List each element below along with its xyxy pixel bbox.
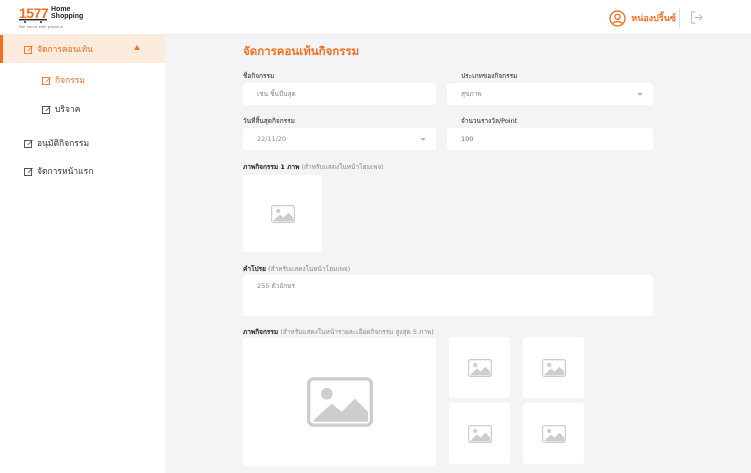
chevron-down-icon (420, 138, 426, 141)
gallery-image-upload-2[interactable] (523, 337, 584, 398)
activity-name-placeholder: เช่น ชิ้นบีนสุด (257, 90, 296, 98)
end-date-value: 22/11/20 (257, 135, 287, 143)
image-placeholder-icon (306, 377, 373, 427)
image-placeholder-icon (270, 204, 295, 223)
gallery-image-upload-1[interactable] (449, 337, 510, 398)
activity-name-label: ชื่อกิจกรรม (243, 72, 275, 80)
user-menu[interactable]: หน่องปริ้นซ์ (609, 8, 676, 28)
end-date-label: วันที่สิ้นสุดกิจกรรม (243, 117, 295, 125)
logo-tagline: We serve with passion (19, 24, 64, 29)
edit-icon (24, 45, 33, 54)
sidebar-item-label: จัดการคอนเท้น (37, 45, 93, 55)
cover-image-upload[interactable] (243, 175, 322, 252)
sidebar-item-approve-activity[interactable]: อนุมัติกิจกรรม (0, 129, 165, 157)
end-date-select[interactable]: 22/11/20 (243, 128, 436, 150)
activity-name-input[interactable]: เช่น ชิ้นบีนสุด (243, 83, 436, 105)
sidebar-item-donation[interactable]: บริจาค (0, 95, 165, 123)
header-divider (679, 8, 680, 28)
sidebar-item-label: จัดการหน้าแรก (37, 167, 94, 177)
activity-type-value: สุขภาพ (461, 90, 482, 98)
edit-icon (42, 76, 51, 85)
gallery-image-upload-4[interactable] (523, 403, 584, 464)
activity-type-label: ประเภทของกิจกรรม (461, 72, 518, 80)
top-header: 1577 Home Shopping We serve with passion… (0, 0, 751, 35)
cover-image-label-text: ภาพกิจกรรม 1 ภาพ (243, 163, 300, 171)
points-label: จำนวนรางวัล/Point (461, 117, 518, 125)
promo-textarea[interactable]: 255 ตัวอักษร (243, 275, 653, 316)
sidebar-item-label: กิจกรรม (55, 76, 86, 86)
logo-title: Home Shopping (51, 6, 91, 20)
logo-title-line2: Shopping (51, 13, 84, 20)
gallery-main-image-upload[interactable] (243, 338, 436, 466)
edit-icon (42, 105, 51, 114)
user-icon (609, 9, 626, 27)
user-name: หน่องปริ้นซ์ (631, 14, 676, 24)
points-input[interactable]: 100 (447, 128, 653, 150)
chevron-down-icon (637, 93, 643, 96)
logo[interactable]: 1577 Home Shopping We serve with passion (19, 5, 109, 30)
activity-type-select[interactable]: สุขภาพ (447, 83, 653, 105)
chevron-up-icon (134, 45, 140, 50)
image-placeholder-icon (541, 358, 566, 377)
promo-text-label: คำโปรย (สำหรับแสดงในหน้าโฮมเพจ) (243, 264, 350, 274)
edit-icon (24, 139, 33, 148)
logout-icon[interactable] (690, 11, 703, 24)
sidebar-item-label: บริจาค (55, 105, 81, 115)
sidebar-item-content-management[interactable]: จัดการคอนเท้น (0, 35, 165, 63)
sidebar: จัดการคอนเท้น กิจกรรม บริจาค อนุมัติกิจก… (0, 35, 165, 473)
cover-image-label: ภาพกิจกรรม 1 ภาพ (สำหรับแสดงในหน้าโฮมเพจ… (243, 162, 384, 172)
gallery-hint: (สำหรับแสดงในหน้ารายละเอียดกิจกรรม สูงสุ… (280, 328, 434, 336)
image-placeholder-icon (467, 424, 492, 443)
image-placeholder-icon (541, 424, 566, 443)
logo-title-line1: Home (51, 6, 71, 13)
main-content: จัดการคอนเท้นกิจกรรม ชื่อกิจกรรม เช่น ชิ… (165, 35, 751, 473)
gallery-label: ภาพกิจกรรม (สำหรับแสดงในหน้ารายละเอียดกิ… (243, 327, 434, 337)
edit-icon (24, 167, 33, 176)
cart-icon (19, 19, 47, 23)
promo-placeholder: 255 ตัวอักษร (257, 282, 295, 290)
promo-text-hint: (สำหรับแสดงในหน้าโฮมเพจ) (268, 265, 351, 273)
sidebar-item-label: อนุมัติกิจกรรม (37, 139, 90, 149)
points-value: 100 (461, 135, 474, 143)
promo-text-label-text: คำโปรย (243, 265, 266, 273)
sidebar-item-activity[interactable]: กิจกรรม (0, 66, 165, 94)
page-title: จัดการคอนเท้นกิจกรรม (243, 44, 360, 58)
gallery-label-text: ภาพกิจกรรม (243, 328, 279, 336)
cover-image-hint: (สำหรับแสดงในหน้าโฮมเพจ) (301, 163, 384, 171)
gallery-image-upload-3[interactable] (449, 403, 510, 464)
image-placeholder-icon (467, 358, 492, 377)
sidebar-item-homepage-management[interactable]: จัดการหน้าแรก (0, 157, 165, 185)
